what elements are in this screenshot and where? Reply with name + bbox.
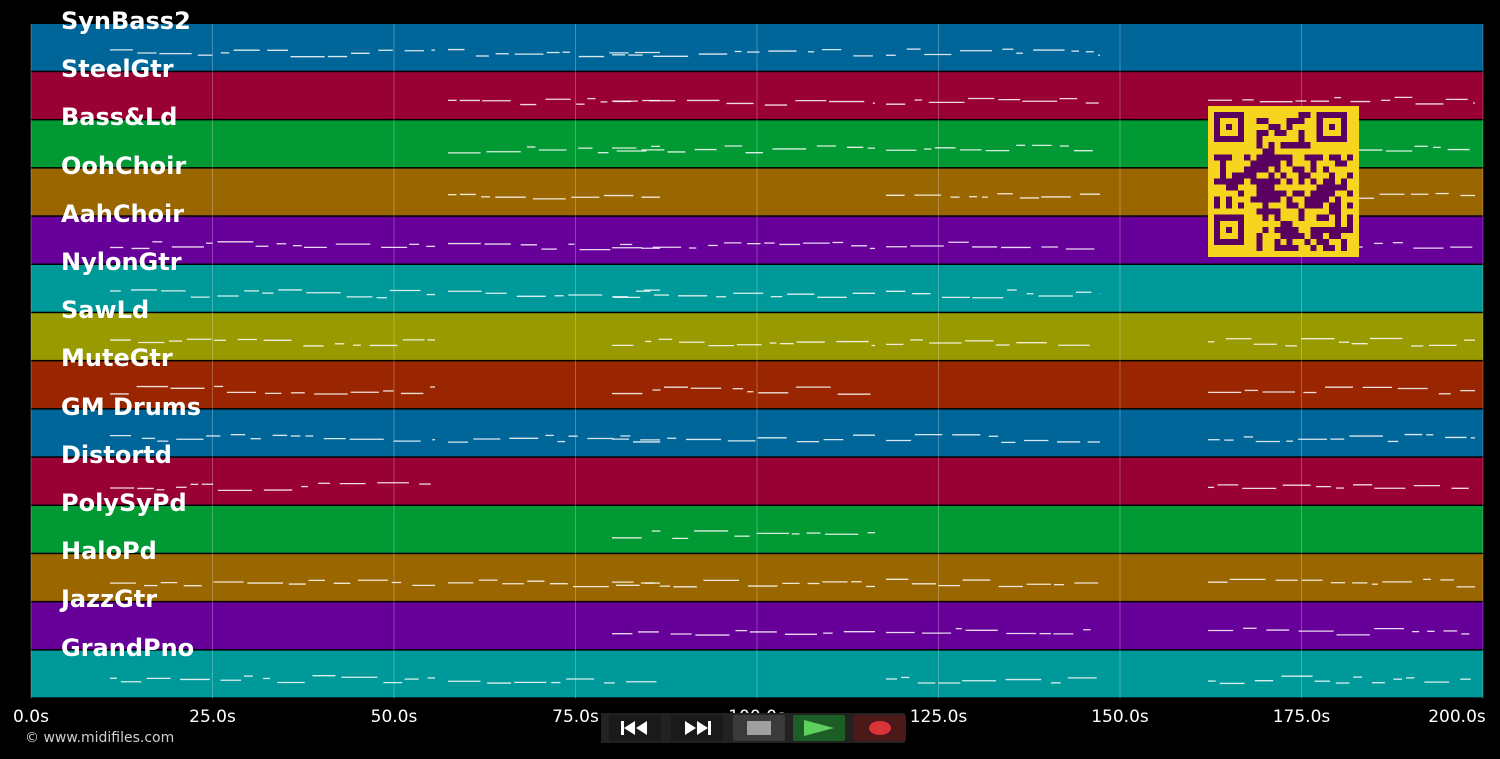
track-label: PolySyPd xyxy=(61,489,187,517)
play-icon xyxy=(804,720,834,736)
record-button[interactable] xyxy=(854,715,906,741)
track-label: SteelGtr xyxy=(61,55,174,84)
time-tick-label: 175.0s xyxy=(1272,707,1331,727)
track-label: JazzGtr xyxy=(61,585,158,614)
track-label: OohChoir xyxy=(61,151,187,180)
stop-button[interactable] xyxy=(733,715,785,741)
track-label: SynBass2 xyxy=(61,7,191,35)
track-label: SawLd xyxy=(61,296,150,325)
fast-forward-button[interactable] xyxy=(671,715,723,741)
time-tick-label: 50.0s xyxy=(370,707,418,727)
playback-controls xyxy=(601,713,906,743)
track-label: GrandPno xyxy=(61,633,195,662)
time-tick-label: 200.0s xyxy=(1428,707,1486,727)
track-label: NylonGtr xyxy=(61,248,182,276)
track-label: GM Drums xyxy=(61,392,202,421)
track-label: Distortd xyxy=(61,440,172,469)
track-label: Bass&Ld xyxy=(61,103,178,132)
time-tick-label: 0.0s xyxy=(13,707,49,727)
time-tick-label: 25.0s xyxy=(189,707,236,727)
track-label: AahChoir xyxy=(61,199,185,228)
play-button[interactable] xyxy=(793,715,845,741)
record-icon xyxy=(869,721,891,735)
stop-icon xyxy=(747,721,771,735)
copyright-text: © www.midifiles.com xyxy=(25,730,175,746)
time-tick-label: 75.0s xyxy=(552,707,599,727)
time-tick-label: 125.0s xyxy=(909,707,968,727)
fast-forward-icon xyxy=(685,721,711,735)
track-label: HaloPd xyxy=(61,537,157,566)
rewind-icon xyxy=(621,721,647,735)
qr-code[interactable] xyxy=(1208,106,1359,257)
time-tick-label: 150.0s xyxy=(1091,707,1149,727)
rewind-button[interactable] xyxy=(609,715,661,741)
track-label: MuteGtr xyxy=(61,344,173,373)
